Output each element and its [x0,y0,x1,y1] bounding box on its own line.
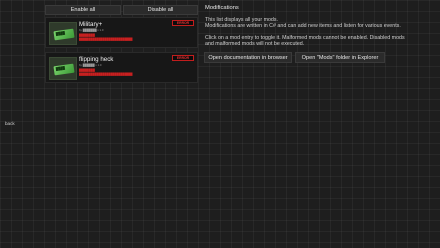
enable-all-button[interactable]: Enable all [45,5,121,15]
mod-entry-military[interactable]: ████ Military+ by ███████ v 1.0 ████████… [45,17,198,48]
error-badge: ERROR [172,55,194,61]
mod-error-line: ███████████████████████████ [79,72,133,76]
panel-description-line: Modifications are written in C# and can … [205,23,401,29]
open-mods-folder-button[interactable]: Open "Mods" folder in Explorer [295,52,385,63]
panel-title: Modifications [205,5,239,11]
open-documentation-button[interactable]: Open documentation in browser [204,52,292,63]
mod-thumbnail-image: ████ [49,22,77,45]
mod-author-version: by ██████ v 1.0 [79,63,102,67]
mod-entry-flipping-heck[interactable]: ████ flipping heck by ██████ v 1.0 █████… [45,52,198,83]
mod-error-line: ███████████████████████████ [79,37,133,41]
mod-author-version: by ███████ v 1.0 [79,28,104,32]
money-bill-icon: ████ [53,63,75,76]
error-badge: ERROR [172,20,194,26]
money-bill-icon: ████ [53,28,75,41]
mod-title: Military+ [79,21,103,28]
mod-thumbnail-image: ████ [49,57,77,80]
panel-description-line: and malformed mods will not be executed. [205,41,305,47]
back-label[interactable]: back [5,121,15,126]
disable-all-button[interactable]: Disable all [123,5,198,15]
mod-title: flipping heck [79,56,114,63]
